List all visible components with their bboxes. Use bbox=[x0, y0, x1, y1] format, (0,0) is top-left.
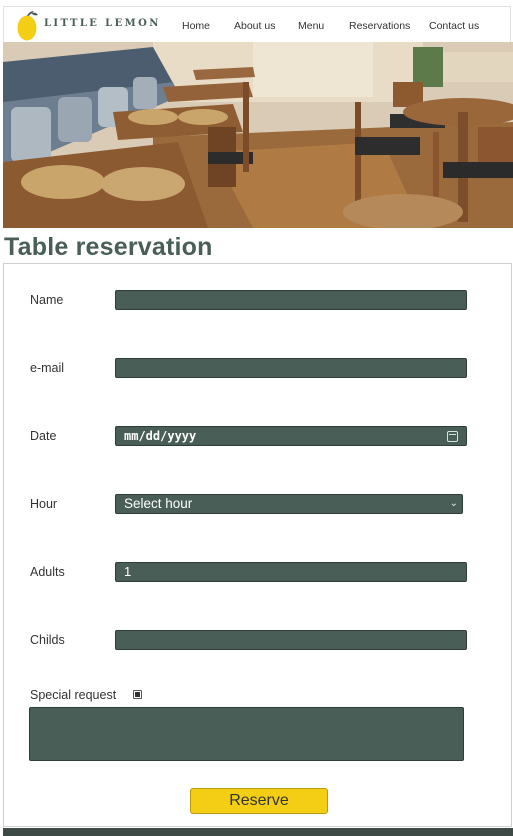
name-label: Name bbox=[30, 293, 64, 307]
site-header: LITTLE LEMON Home About us Menu Reservat… bbox=[3, 6, 511, 42]
special-request-checkbox[interactable] bbox=[133, 690, 142, 699]
nav-contact-us[interactable]: Contact us bbox=[429, 20, 479, 32]
restaurant-hero-image bbox=[3, 42, 513, 228]
chevron-down-icon: ⌄ bbox=[449, 498, 458, 509]
childs-label: Childs bbox=[30, 633, 65, 647]
special-request-textarea[interactable] bbox=[29, 707, 464, 761]
nav-reservations[interactable]: Reservations bbox=[349, 20, 410, 32]
special-request-label: Special request bbox=[30, 688, 117, 702]
main-nav: Home About us Menu Reservations Contact … bbox=[4, 7, 510, 43]
reserve-button[interactable]: Reserve bbox=[190, 788, 328, 814]
calendar-icon[interactable] bbox=[447, 431, 458, 442]
date-placeholder: mm/dd/yyyy bbox=[124, 429, 197, 443]
email-label: e-mail bbox=[30, 361, 65, 375]
childs-field[interactable] bbox=[115, 630, 467, 650]
nav-about-us[interactable]: About us bbox=[234, 20, 275, 32]
nav-home[interactable]: Home bbox=[182, 20, 210, 32]
date-field[interactable]: mm/dd/yyyy bbox=[115, 426, 467, 446]
adults-label: Adults bbox=[30, 565, 65, 579]
nav-menu[interactable]: Menu bbox=[298, 20, 324, 32]
date-label: Date bbox=[30, 429, 57, 443]
adults-field[interactable]: 1 bbox=[115, 562, 467, 582]
site-footer bbox=[3, 828, 513, 836]
reservation-form: Name e-mail Date mm/dd/yyyy Hour Select … bbox=[3, 263, 512, 827]
hour-select[interactable]: Select hour ⌄ bbox=[115, 494, 463, 514]
hour-selected-value: Select hour bbox=[124, 496, 193, 511]
page: LITTLE LEMON Home About us Menu Reservat… bbox=[0, 0, 513, 836]
email-field[interactable] bbox=[115, 358, 467, 378]
page-title: Table reservation bbox=[4, 233, 213, 261]
name-field[interactable] bbox=[115, 290, 467, 310]
hour-label: Hour bbox=[30, 497, 58, 511]
